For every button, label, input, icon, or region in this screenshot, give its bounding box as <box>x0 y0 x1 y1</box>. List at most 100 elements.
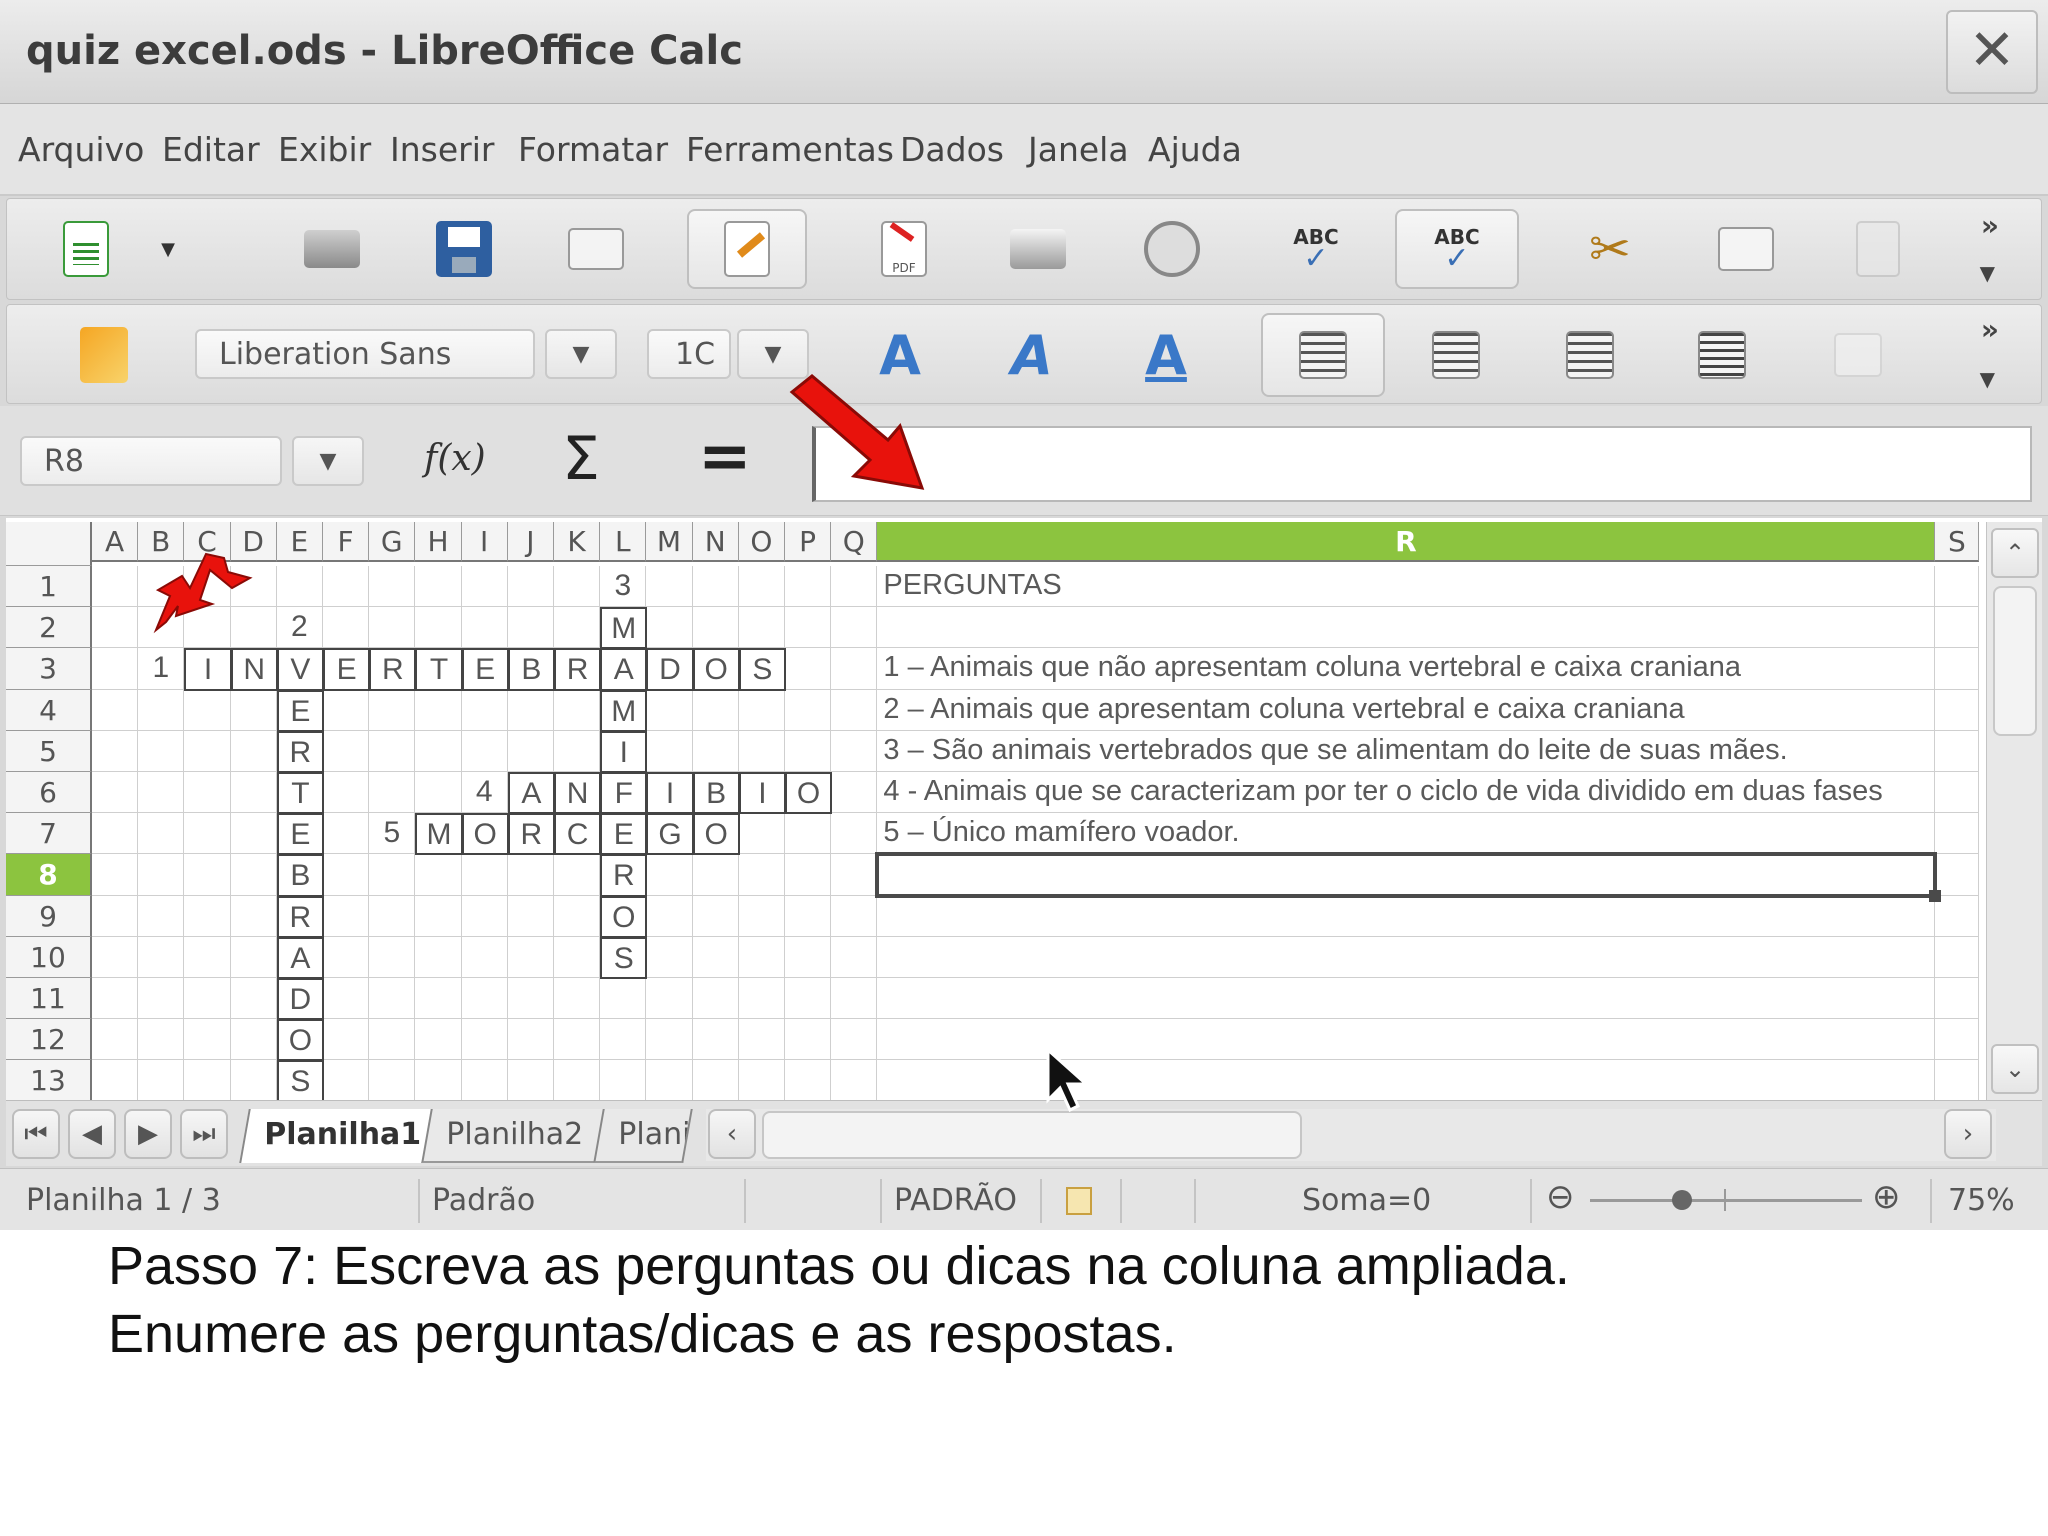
empty-cell[interactable] <box>92 813 139 855</box>
zoom-level[interactable]: 75% <box>1948 1183 2015 1218</box>
sum-button[interactable]: Σ <box>562 424 600 494</box>
row-header-5[interactable]: 5 <box>6 730 92 772</box>
scroll-left-button[interactable]: ‹ <box>708 1109 756 1159</box>
empty-cell[interactable] <box>785 1019 832 1061</box>
empty-cell[interactable] <box>554 730 601 772</box>
export-pdf-button[interactable]: PDF <box>849 209 959 289</box>
save-button[interactable] <box>409 209 519 289</box>
row-header-4[interactable]: 4 <box>6 689 92 731</box>
empty-cell[interactable] <box>831 978 878 1020</box>
empty-cell[interactable] <box>92 936 139 978</box>
cell-e9[interactable]: R <box>276 895 324 938</box>
scroll-right-button[interactable]: › <box>1944 1109 1992 1159</box>
vertical-scrollbar[interactable]: ⌃ ⌄ <box>1986 522 2042 1100</box>
spellcheck-button[interactable]: ABC ✓ <box>1261 209 1371 289</box>
empty-cell[interactable] <box>462 1060 508 1100</box>
empty-cell[interactable] <box>230 854 277 896</box>
empty-cell[interactable] <box>600 978 647 1020</box>
empty-cell[interactable] <box>738 936 785 978</box>
empty-cell[interactable] <box>461 730 508 772</box>
function-wizard-button[interactable]: f(x) <box>424 438 486 479</box>
column-header-f[interactable]: F <box>323 522 370 562</box>
cell-r7[interactable]: 5 – Único mamífero voador. <box>877 813 1936 855</box>
empty-cell[interactable] <box>184 936 231 978</box>
empty-cell[interactable] <box>507 607 554 649</box>
empty-cell[interactable] <box>831 854 878 896</box>
close-button[interactable]: ✕ <box>1946 10 2038 94</box>
empty-cell[interactable] <box>461 689 508 731</box>
cell-h7[interactable]: M <box>415 813 463 856</box>
last-sheet-button[interactable]: ⏭ <box>180 1109 228 1159</box>
empty-cell[interactable] <box>415 730 462 772</box>
empty-cell[interactable] <box>323 607 370 649</box>
align-center-button[interactable] <box>1401 315 1511 395</box>
empty-cell[interactable] <box>138 895 185 937</box>
empty-cell[interactable] <box>92 607 139 649</box>
empty-cell[interactable] <box>461 854 508 896</box>
row-header-11[interactable]: 11 <box>6 978 92 1020</box>
empty-cell[interactable] <box>1935 854 1980 896</box>
autofill-handle[interactable] <box>1929 889 1942 902</box>
menu-exibir[interactable]: Exibir <box>278 130 371 169</box>
empty-cell[interactable] <box>1935 648 1980 690</box>
empty-cell[interactable] <box>554 978 601 1020</box>
name-box-dropdown[interactable]: ▼ <box>292 436 364 486</box>
row-header-12[interactable]: 12 <box>6 1019 92 1061</box>
cell-l1[interactable]: 3 <box>600 566 647 608</box>
empty-cell[interactable] <box>461 978 508 1020</box>
empty-cell[interactable] <box>92 730 139 772</box>
empty-cell[interactable] <box>415 689 462 731</box>
menu-janela[interactable]: Janela <box>1028 130 1129 169</box>
empty-cell[interactable] <box>831 1060 878 1100</box>
styles-button[interactable] <box>49 315 159 395</box>
empty-cell[interactable] <box>692 854 739 896</box>
empty-cell[interactable] <box>507 566 554 608</box>
underline-button[interactable]: A <box>1111 315 1221 395</box>
empty-cell[interactable] <box>877 895 1936 937</box>
empty-cell[interactable] <box>369 895 416 937</box>
empty-cell[interactable] <box>323 813 370 855</box>
zoom-in-icon[interactable]: ⊕ <box>1872 1177 1901 1217</box>
empty-cell[interactable] <box>369 566 416 608</box>
empty-cell[interactable] <box>323 730 370 772</box>
paste-button[interactable] <box>1823 209 1933 289</box>
cell-n6[interactable]: B <box>692 772 740 815</box>
empty-cell[interactable] <box>369 1019 416 1061</box>
scroll-down-button[interactable]: ⌄ <box>1991 1044 2039 1094</box>
column-header-p[interactable]: P <box>785 522 832 562</box>
empty-cell[interactable] <box>692 978 739 1020</box>
previous-sheet-button[interactable]: ◀ <box>68 1109 116 1159</box>
cell-e13[interactable]: S <box>276 1060 324 1100</box>
select-all-corner[interactable] <box>6 522 92 566</box>
empty-cell[interactable] <box>785 936 832 978</box>
empty-cell[interactable] <box>785 895 832 937</box>
empty-cell[interactable] <box>184 978 231 1020</box>
empty-cell[interactable] <box>877 936 1936 978</box>
empty-cell[interactable] <box>415 936 462 978</box>
empty-cell[interactable] <box>415 772 462 814</box>
empty-cell[interactable] <box>646 566 693 608</box>
empty-cell[interactable] <box>646 730 693 772</box>
empty-cell[interactable] <box>184 813 231 855</box>
cell-r1[interactable]: PERGUNTAS <box>877 566 1936 608</box>
column-header-l[interactable]: L <box>600 522 647 562</box>
column-header-g[interactable]: G <box>369 522 416 562</box>
formula-input[interactable] <box>812 426 2032 502</box>
horizontal-scroll-thumb[interactable] <box>762 1111 1302 1159</box>
column-header-h[interactable]: H <box>415 522 462 562</box>
sheet-tab-planilha3[interactable]: Plani <box>593 1109 693 1163</box>
menu-dados[interactable]: Dados <box>900 130 1004 169</box>
copy-button[interactable] <box>1691 209 1801 289</box>
cell-k6[interactable]: N <box>554 772 602 815</box>
cell-e12[interactable]: O <box>276 1019 324 1062</box>
align-right-button[interactable] <box>1535 315 1645 395</box>
empty-cell[interactable] <box>554 854 601 896</box>
new-dropdown-arrow[interactable]: ▼ <box>143 209 193 289</box>
empty-cell[interactable] <box>184 895 231 937</box>
empty-cell[interactable] <box>785 1060 832 1100</box>
insert-mode[interactable]: PADRÃO <box>894 1183 1017 1218</box>
empty-cell[interactable] <box>507 854 554 896</box>
cell-r4[interactable]: 2 – Animais que apresentam coluna verteb… <box>877 689 1936 731</box>
toolbar-dropdown-icon[interactable]: ▼ <box>1980 367 1995 391</box>
autospellcheck-button[interactable]: ABC ✓ <box>1395 209 1519 289</box>
